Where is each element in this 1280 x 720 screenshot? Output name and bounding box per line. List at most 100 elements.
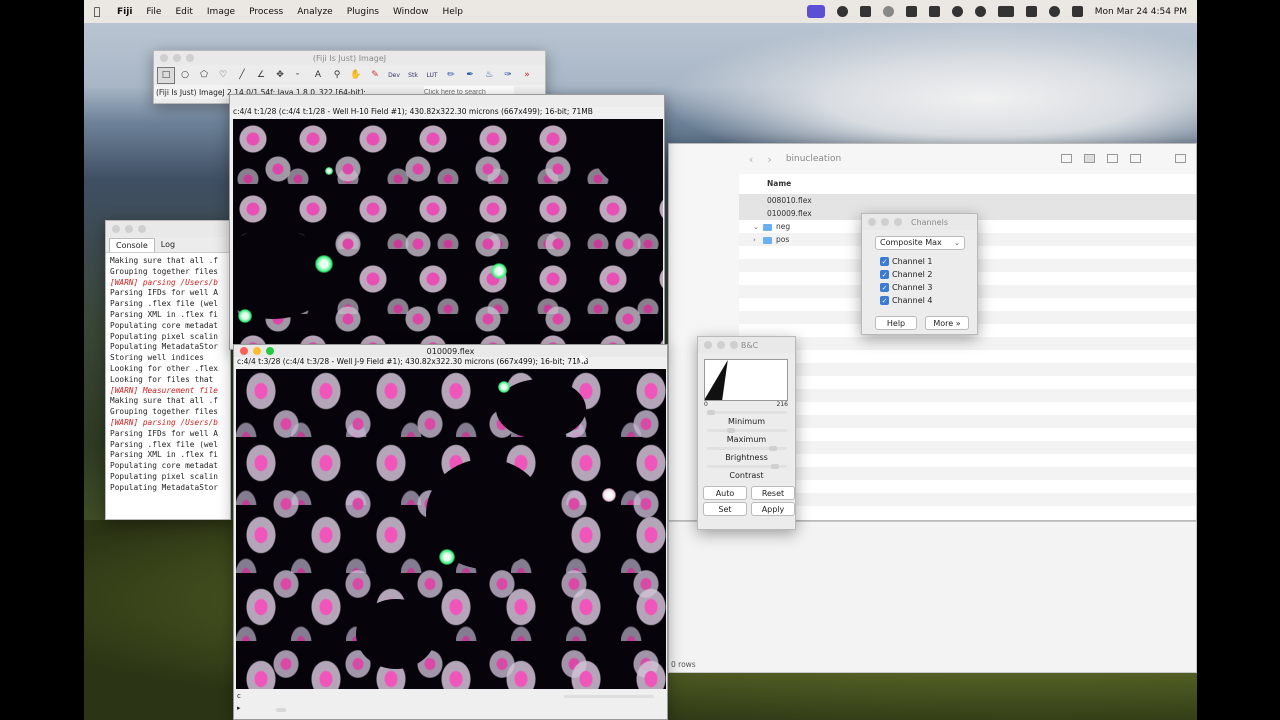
column-header-name[interactable]: Name <box>739 174 1196 194</box>
pencil-tool-icon[interactable]: ✏ <box>442 67 460 84</box>
brush-tool-icon[interactable]: ✒ <box>461 67 479 84</box>
image2-titlebar[interactable]: 010009.flex <box>234 345 667 357</box>
composite-mode-select[interactable]: Composite Max ⌄ <box>875 236 965 250</box>
angle-tool-icon[interactable]: ∠ <box>252 67 270 84</box>
set-button[interactable]: Set <box>703 502 747 516</box>
image1-titlebar[interactable] <box>230 95 664 107</box>
screen-record-icon[interactable] <box>806 5 825 18</box>
channel-1-checkbox[interactable]: ✓ Channel 1 <box>880 256 977 267</box>
stk-tool-button[interactable]: Stk <box>404 67 422 84</box>
menu-window[interactable]: Window <box>386 7 436 17</box>
list-view-icon[interactable] <box>1084 154 1095 163</box>
wifi-icon[interactable] <box>1025 6 1037 17</box>
console-line: Populating MetadataStor <box>110 482 218 492</box>
slider-knob[interactable] <box>770 464 779 469</box>
image-window-1: c:4/4 t:1/28 (c:4/4 t:1/28 - Well H-10 F… <box>229 94 665 350</box>
creative-cloud-icon[interactable] <box>836 6 848 17</box>
group-icon[interactable] <box>1175 154 1186 163</box>
background-region <box>233 229 333 319</box>
menu-edit[interactable]: Edit <box>168 7 199 17</box>
channel-4-checkbox[interactable]: ✓ Channel 4 <box>880 295 977 306</box>
apply-button[interactable]: Apply <box>751 502 795 516</box>
green-cell <box>238 309 252 323</box>
point-tool-icon[interactable]: ✥ <box>271 67 289 84</box>
dropbox-icon[interactable] <box>928 6 940 17</box>
bc-titlebar[interactable]: B&C <box>698 337 795 353</box>
channel-slider-track[interactable] <box>564 695 654 698</box>
forward-icon[interactable]: › <box>767 153 771 166</box>
slider-knob[interactable] <box>768 446 777 451</box>
channels-titlebar[interactable]: Channels <box>862 214 977 230</box>
icon-view-icon[interactable] <box>1061 154 1072 163</box>
more-button[interactable]: More » <box>925 316 969 330</box>
empty-row <box>739 402 1196 415</box>
menu-process[interactable]: Process <box>242 7 290 17</box>
menu-plugins[interactable]: Plugins <box>340 7 386 17</box>
play-circle-icon[interactable] <box>974 6 986 17</box>
menubar-clock[interactable]: Mon Mar 24 4:54 PM <box>1095 7 1187 17</box>
tab-log[interactable]: Log <box>155 238 181 251</box>
channel-label: Channel 4 <box>892 296 933 305</box>
brightness-slider[interactable] <box>706 446 787 451</box>
contrast-slider[interactable] <box>706 464 787 469</box>
chevron-down-icon: ⌄ <box>954 239 960 247</box>
dev-tool-button[interactable]: Dev <box>385 67 403 84</box>
time-slider-thumb[interactable] <box>276 708 286 712</box>
tab-console[interactable]: Console <box>109 237 155 252</box>
minimum-slider[interactable] <box>706 410 787 415</box>
polygon-tool-icon[interactable]: ⬠ <box>195 67 213 84</box>
more-tools-icon[interactable]: » <box>518 67 536 84</box>
fiji-titlebar[interactable]: (Fiji Is Just) ImageJ <box>154 51 545 65</box>
column-view-icon[interactable] <box>1107 154 1118 163</box>
channel-3-checkbox[interactable]: ✓ Channel 3 <box>880 282 977 293</box>
battery-icon[interactable] <box>997 6 1014 17</box>
pipette-tool-icon[interactable]: ✑ <box>499 67 517 84</box>
freehand-tool-icon[interactable]: ♡ <box>214 67 232 84</box>
console-close-button[interactable] <box>112 225 120 233</box>
auto-button[interactable]: Auto <box>703 486 747 500</box>
console-titlebar[interactable] <box>106 221 230 237</box>
slider-knob[interactable] <box>706 410 715 415</box>
apple-icon[interactable]:  <box>84 5 110 18</box>
hand-tool-icon[interactable]: ✋ <box>347 67 365 84</box>
dropper-tool-icon[interactable]: ✎ <box>366 67 384 84</box>
image1-canvas[interactable] <box>233 119 663 349</box>
search-icon[interactable] <box>1048 6 1060 17</box>
help-button[interactable]: Help <box>875 316 917 330</box>
channel-2-checkbox[interactable]: ✓ Channel 2 <box>880 269 977 280</box>
maximum-slider[interactable] <box>706 428 787 433</box>
menu-help[interactable]: Help <box>435 7 470 17</box>
console-zoom-button[interactable] <box>138 225 146 233</box>
puzzle-icon[interactable] <box>905 6 917 17</box>
text-tool-icon[interactable]: A <box>309 67 327 84</box>
menu-image[interactable]: Image <box>200 7 242 17</box>
control-center-icon[interactable] <box>1071 6 1083 17</box>
menu-analyze[interactable]: Analyze <box>290 7 339 17</box>
magnifier-tool-icon[interactable]: ⚲ <box>328 67 346 84</box>
console-output[interactable]: Making sure that all .f Grouping together… <box>106 253 230 497</box>
disclosure-icon[interactable]: › <box>753 234 763 247</box>
flood-fill-tool-icon[interactable]: ♨ <box>480 67 498 84</box>
green-cell <box>491 263 507 279</box>
reset-button[interactable]: Reset <box>751 486 795 500</box>
image-window-2: 010009.flex c:4/4 t:3/28 (c:4/4 t:3/28 -… <box>233 344 668 720</box>
line-tool-icon[interactable]: ╱ <box>233 67 251 84</box>
oval-tool-icon[interactable]: ○ <box>176 67 194 84</box>
wand-tool-icon[interactable]: ╴ <box>290 67 308 84</box>
check-circle-icon[interactable] <box>951 6 963 17</box>
play-icon[interactable]: ▸ <box>237 704 241 712</box>
menu-file[interactable]: File <box>139 7 168 17</box>
slider-knob[interactable] <box>726 428 735 433</box>
rectangle-tool-icon[interactable]: □ <box>157 66 175 84</box>
menu-app-fiji[interactable]: Fiji <box>110 7 139 17</box>
gallery-view-icon[interactable] <box>1130 154 1141 163</box>
finder-row[interactable]: 008010.flex <box>739 194 1196 207</box>
image2-canvas[interactable] <box>236 369 666 690</box>
globe-icon[interactable] <box>882 6 894 17</box>
console-minimize-button[interactable] <box>125 225 133 233</box>
disclosure-icon[interactable]: ⌄ <box>753 221 763 234</box>
lut-tool-button[interactable]: LUT <box>423 67 441 84</box>
folder-icon[interactable] <box>859 6 871 17</box>
back-icon[interactable]: ‹ <box>749 153 753 166</box>
channels-close-button[interactable] <box>868 218 876 226</box>
